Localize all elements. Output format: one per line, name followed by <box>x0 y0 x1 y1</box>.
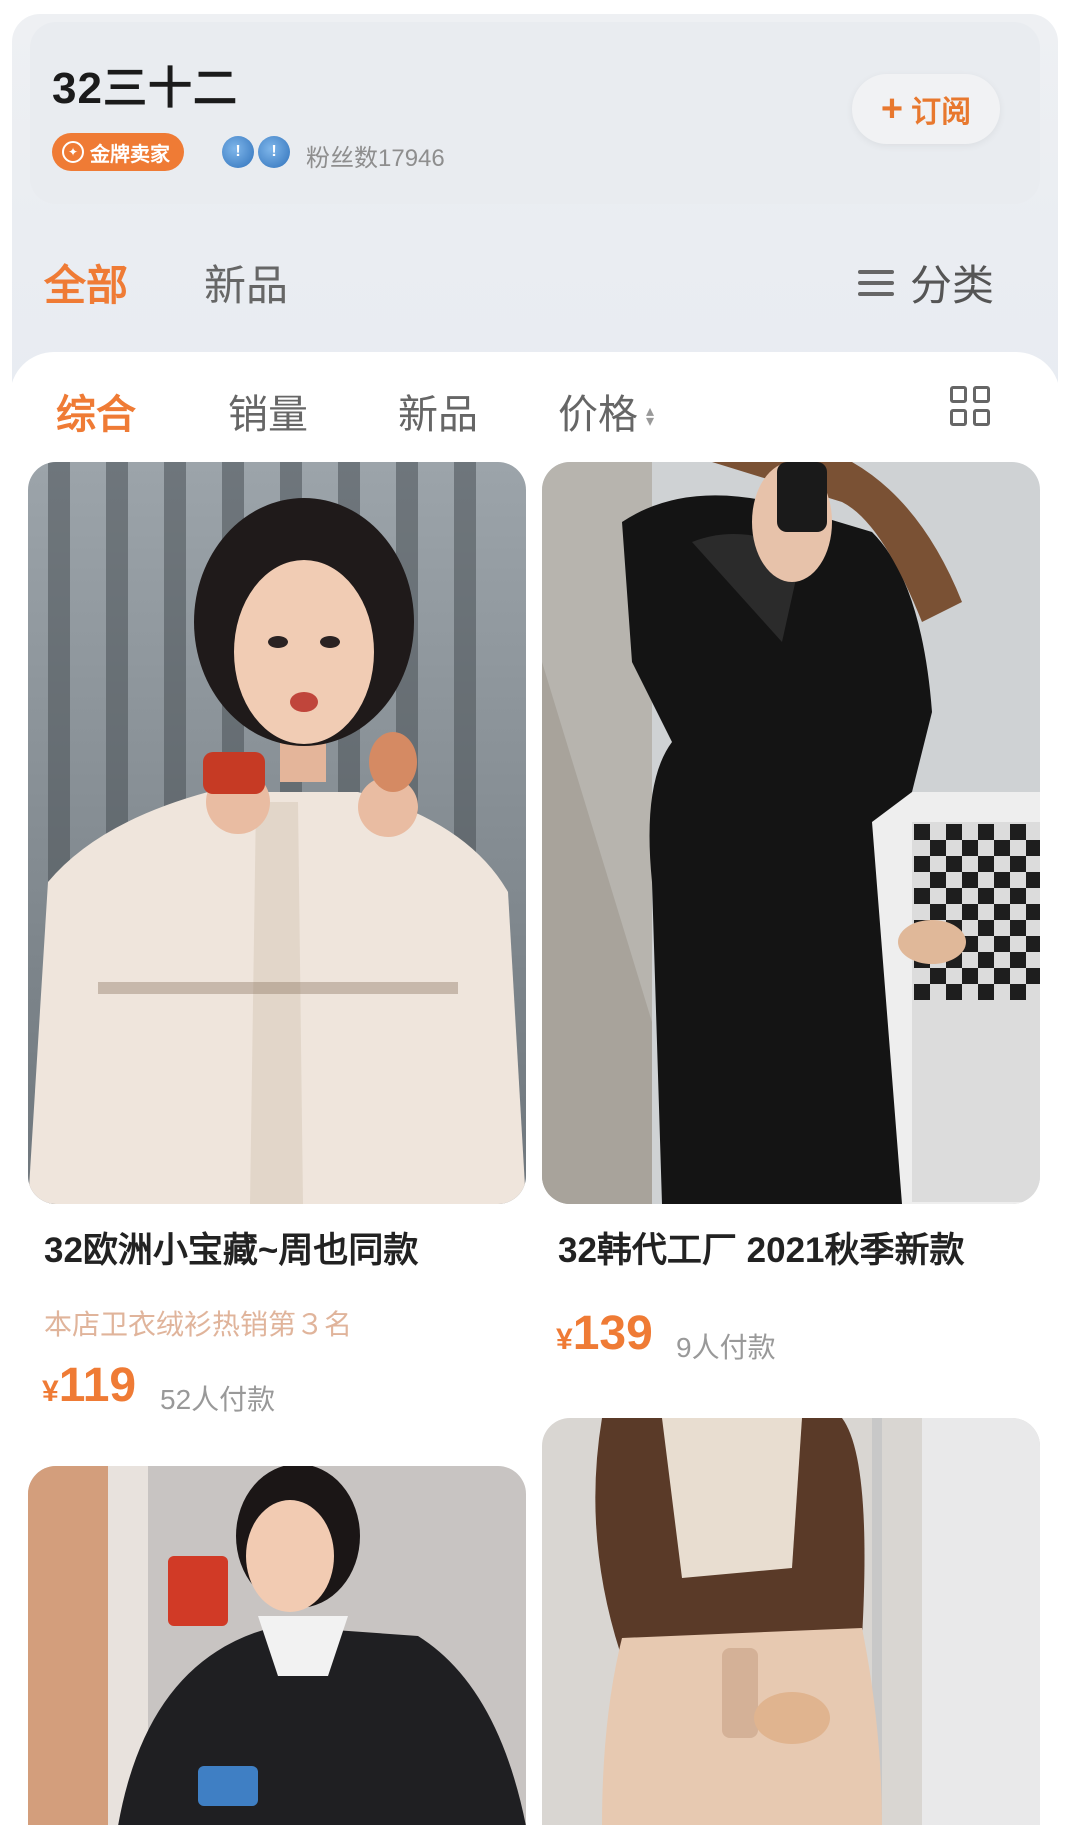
paid-count: 9人付款 <box>676 1332 776 1363</box>
sales-rank: 本店卫衣绒衫热销第３名 <box>44 1309 353 1340</box>
paid-count: 52人付款 <box>160 1384 276 1415</box>
grid-view-icon[interactable] <box>950 386 992 428</box>
product-price: ¥139 <box>556 1306 653 1361</box>
price-value: 139 <box>572 1307 653 1360</box>
seller-badge: ✦ 金牌卖家 <box>52 133 184 171</box>
product-image[interactable] <box>28 1466 526 1825</box>
sort-tab-new[interactable]: 新品 <box>398 382 478 440</box>
product-title[interactable]: 32欧洲小宝藏~周也同款 <box>44 1222 418 1273</box>
sort-tab-overall[interactable]: 综合 <box>56 382 136 440</box>
product-image[interactable] <box>542 1418 1040 1825</box>
category-button[interactable]: 分类 <box>858 252 994 313</box>
fans-count: 粉丝数17946 <box>306 145 445 172</box>
price-value: 119 <box>58 1359 137 1412</box>
category-label: 分类 <box>910 262 995 309</box>
product-price: ¥119 <box>42 1358 136 1413</box>
product-image[interactable] <box>28 462 526 1204</box>
product-image[interactable] <box>542 462 1040 1204</box>
plus-icon: + <box>880 88 904 130</box>
subscribe-label: 订阅 <box>911 96 972 129</box>
tab-new[interactable]: 新品 <box>204 252 288 313</box>
product-title[interactable]: 32韩代工厂 2021秋季新款 <box>558 1222 965 1273</box>
sort-tab-price-label: 价格 <box>558 393 638 437</box>
sort-tab-sales[interactable]: 销量 <box>228 382 308 440</box>
tab-all[interactable]: 全部 <box>44 252 128 313</box>
medal-icon: ✦ <box>62 141 84 163</box>
level-icon: ! <box>258 136 290 168</box>
list-icon <box>858 268 894 298</box>
subscribe-button[interactable]: + 订阅 <box>852 74 1000 144</box>
level-icon: ! <box>222 136 254 168</box>
currency-symbol: ¥ <box>556 1323 573 1356</box>
seller-badge-label: 金牌卖家 <box>90 143 170 166</box>
currency-symbol: ¥ <box>42 1375 59 1408</box>
sort-arrows-icon: ▴ ▾ <box>646 403 655 431</box>
store-name: 32三十二 <box>52 64 238 113</box>
sort-tab-price[interactable]: 价格 ▴ ▾ <box>558 382 654 440</box>
